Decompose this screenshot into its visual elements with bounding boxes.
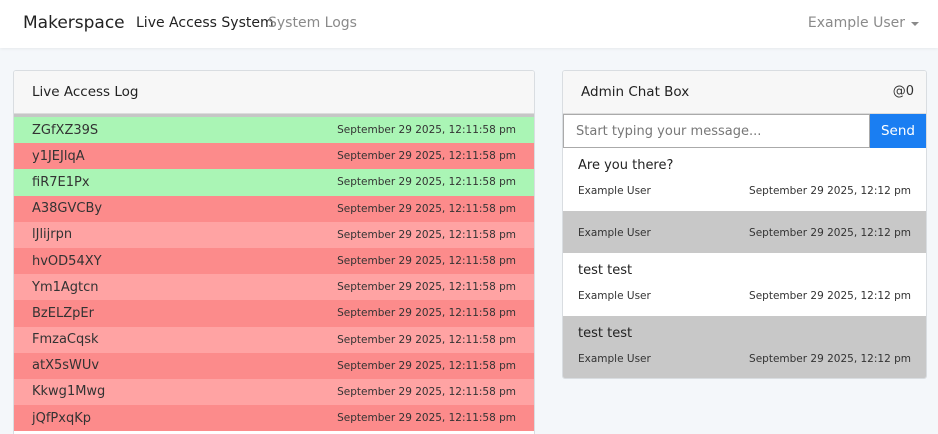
access-log-row: y1JEJlqA September 29 2025, 12:11:58 pm	[14, 143, 534, 170]
access-time: September 29 2025, 12:11:58 pm	[337, 176, 516, 189]
live-access-log-title: Live Access Log	[32, 84, 139, 100]
access-time: September 29 2025, 12:11:58 pm	[337, 202, 516, 215]
chat-message-user: Example User	[578, 290, 651, 302]
chat-message-list: Are you there? Example User September 29…	[563, 148, 926, 378]
access-log-row: ZGfXZ39S September 29 2025, 12:11:58 pm	[14, 117, 534, 144]
access-log-row: hvOD54XY September 29 2025, 12:11:58 pm	[14, 247, 534, 275]
access-time: September 29 2025, 12:11:58 pm	[337, 281, 516, 294]
nav-system-logs[interactable]: System Logs	[268, 15, 357, 31]
live-access-log-header: Live Access Log	[14, 71, 534, 114]
admin-chat-box-header: Admin Chat Box @0	[563, 71, 926, 114]
access-time: September 29 2025, 12:11:58 pm	[337, 412, 516, 425]
access-time: September 29 2025, 12:11:58 pm	[337, 307, 516, 320]
chat-message: Example User September 29 2025, 12:12 pm	[563, 211, 926, 253]
access-log-row: FmzaCqsk September 29 2025, 12:11:58 pm	[14, 326, 534, 353]
access-log-list: ZGfXZ39S September 29 2025, 12:11:58 pm y…	[14, 117, 534, 432]
send-button[interactable]: Send	[870, 114, 926, 148]
access-log-row: A38GVCBy September 29 2025, 12:11:58 pm	[14, 195, 534, 222]
access-code: ZGfXZ39S	[32, 122, 99, 138]
access-code: Kkwg1Mwg	[32, 384, 106, 400]
access-time: September 29 2025, 12:11:58 pm	[337, 255, 516, 268]
access-code: atX5sWUv	[32, 358, 100, 374]
chat-message-meta: Example User September 29 2025, 12:12 pm	[578, 185, 911, 197]
user-name: Example User	[807, 15, 905, 31]
top-navbar: Makerspace Live Access System System Log…	[0, 0, 938, 48]
access-code: Ym1Agtcn	[32, 279, 99, 295]
access-log-row: fiR7E1Px September 29 2025, 12:11:58 pm	[14, 169, 534, 196]
chat-message-text: test test	[578, 263, 633, 278]
access-time: September 29 2025, 12:11:58 pm	[337, 124, 516, 137]
access-log-row: Kkwg1Mwg September 29 2025, 12:11:58 pm	[14, 378, 534, 406]
chat-compose-row: Send	[563, 114, 926, 148]
access-code: jQfPxqKp	[32, 410, 91, 426]
chat-message-time: September 29 2025, 12:12 pm	[749, 227, 911, 239]
chat-message-time: September 29 2025, 12:12 pm	[749, 353, 911, 365]
admin-chat-box-title: Admin Chat Box	[581, 84, 690, 100]
chat-message: test test Example User September 29 2025…	[563, 316, 926, 378]
access-code: hvOD54XY	[32, 253, 102, 269]
access-time: September 29 2025, 12:11:58 pm	[337, 333, 516, 346]
access-code: FmzaCqsk	[32, 332, 99, 348]
access-time: September 29 2025, 12:11:58 pm	[337, 385, 516, 398]
access-time: September 29 2025, 12:11:58 pm	[337, 359, 516, 372]
access-code: lJlijrpn	[32, 227, 73, 243]
chat-message-meta: Example User September 29 2025, 12:12 pm	[578, 290, 911, 302]
access-code: fiR7E1Px	[32, 174, 90, 190]
chat-message-time: September 29 2025, 12:12 pm	[749, 185, 911, 197]
live-access-log-card: Live Access Log ZGfXZ39S September 29 202…	[13, 70, 535, 434]
chat-message-user: Example User	[578, 353, 651, 365]
chat-message-user: Example User	[578, 227, 651, 239]
nav-live-access-system[interactable]: Live Access System	[136, 15, 274, 31]
access-log-row: BzELZpEr September 29 2025, 12:11:58 pm	[14, 300, 534, 327]
chat-message-text: Are you there?	[578, 158, 674, 173]
chat-mention-count: @0	[892, 84, 914, 99]
chat-message-meta: Example User September 29 2025, 12:12 pm	[578, 353, 911, 365]
access-code: A38GVCBy	[32, 201, 103, 217]
user-menu-dropdown[interactable]: Example User	[808, 15, 919, 31]
chat-message-input[interactable]	[563, 114, 870, 148]
access-code: y1JEJlqA	[32, 148, 85, 164]
chat-message-user: Example User	[578, 185, 651, 197]
access-time: September 29 2025, 12:11:58 pm	[337, 228, 516, 241]
chat-message-meta: Example User September 29 2025, 12:12 pm	[578, 227, 911, 239]
chat-message: test test Example User September 29 2025…	[563, 253, 926, 316]
chat-message-time: September 29 2025, 12:12 pm	[749, 290, 911, 302]
access-log-row: atX5sWUv September 29 2025, 12:11:58 pm	[14, 352, 534, 379]
brand-link[interactable]: Makerspace	[23, 13, 125, 33]
access-code: BzELZpEr	[32, 305, 94, 321]
access-time: September 29 2025, 12:11:58 pm	[337, 150, 516, 163]
access-log-row: Ym1Agtcn September 29 2025, 12:11:58 pm	[14, 274, 534, 301]
chat-message-text: test test	[578, 326, 633, 341]
access-log-row: jQfPxqKp September 29 2025, 12:11:58 pm	[14, 405, 534, 432]
chat-message: Are you there? Example User September 29…	[563, 148, 926, 211]
caret-down-icon	[911, 22, 919, 26]
admin-chat-box-card: Admin Chat Box @0 Send Are you there? Ex…	[562, 70, 927, 379]
access-log-row: lJlijrpn September 29 2025, 12:11:58 pm	[14, 221, 534, 248]
